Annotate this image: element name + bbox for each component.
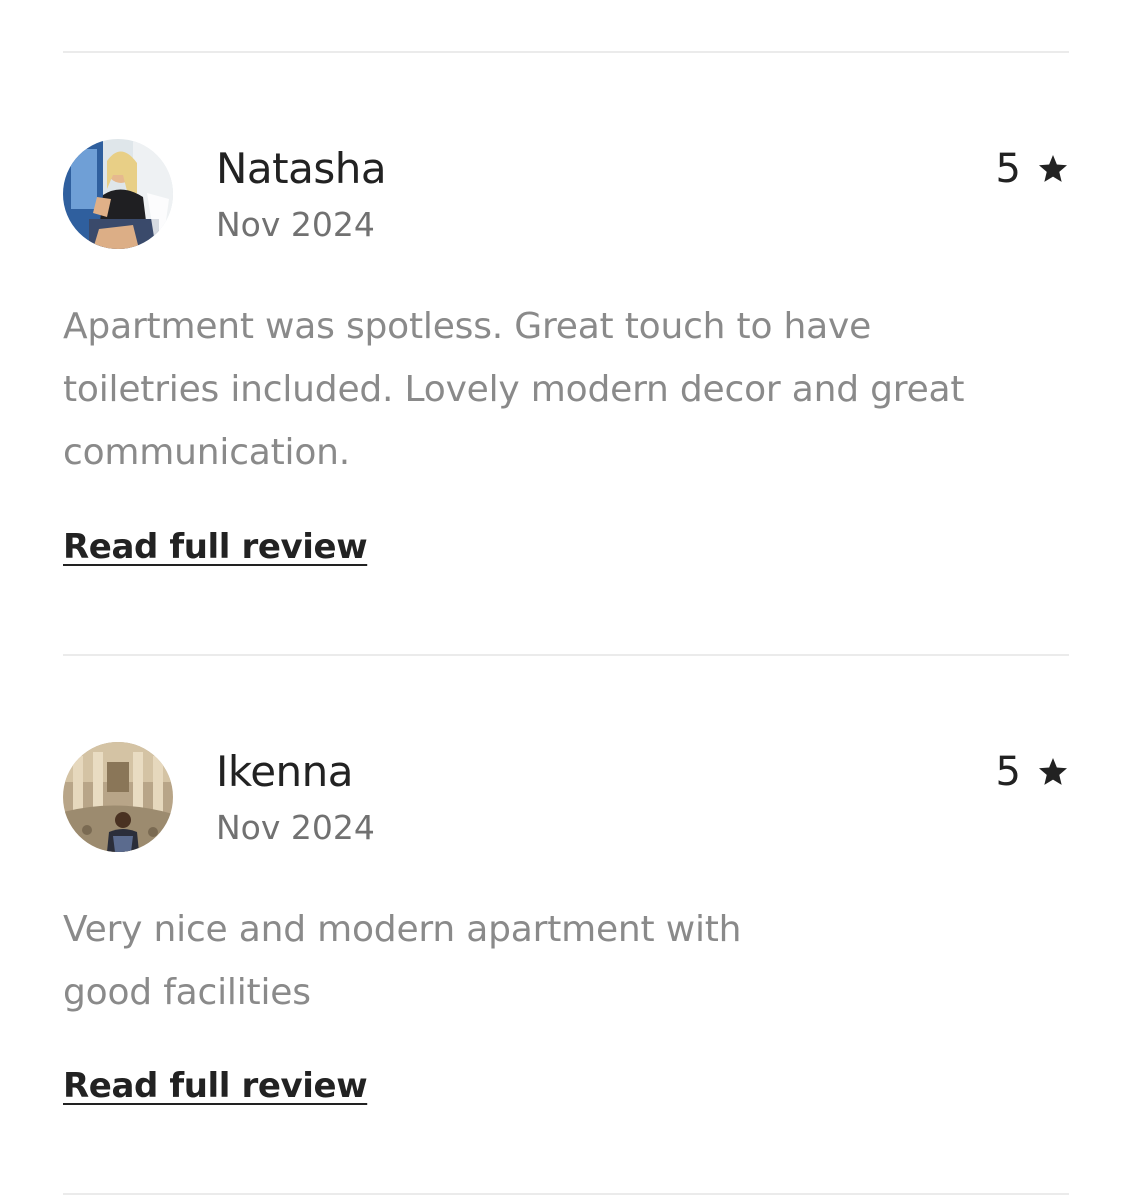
star-icon: [1039, 155, 1067, 182]
reviewer-avatar[interactable]: [63, 139, 173, 249]
review-rating: 5: [996, 748, 1069, 796]
reviewer-avatar[interactable]: [63, 742, 173, 852]
avatar-photo: [63, 742, 173, 852]
review-card: Ikenna Nov 2024 5 Very nice and modern a…: [63, 742, 1069, 1122]
read-full-review-link[interactable]: Read full review: [63, 525, 368, 569]
review-date: Nov 2024: [216, 205, 375, 244]
divider: [63, 1193, 1069, 1195]
review-text: Very nice and modern apartment with good…: [63, 909, 742, 1013]
review-card: Natasha Nov 2024 5 Apartment was spotles…: [63, 139, 1069, 579]
avatar-photo: [63, 139, 173, 249]
read-full-review-link[interactable]: Read full review: [63, 1064, 368, 1108]
review-text: Apartment was spotless. Great touch to h…: [63, 306, 965, 473]
reviewer-name: Natasha: [216, 144, 387, 193]
divider: [63, 654, 1069, 656]
divider: [63, 51, 1069, 53]
star-icon: [1039, 758, 1067, 785]
reviewer-name: Ikenna: [216, 747, 354, 796]
rating-value: 5: [995, 749, 1021, 795]
rating-value: 5: [995, 146, 1021, 192]
review-date: Nov 2024: [216, 808, 375, 847]
reviews-page: Natasha Nov 2024 5 Apartment was spotles…: [0, 0, 1132, 1200]
review-rating: 5: [996, 145, 1069, 193]
